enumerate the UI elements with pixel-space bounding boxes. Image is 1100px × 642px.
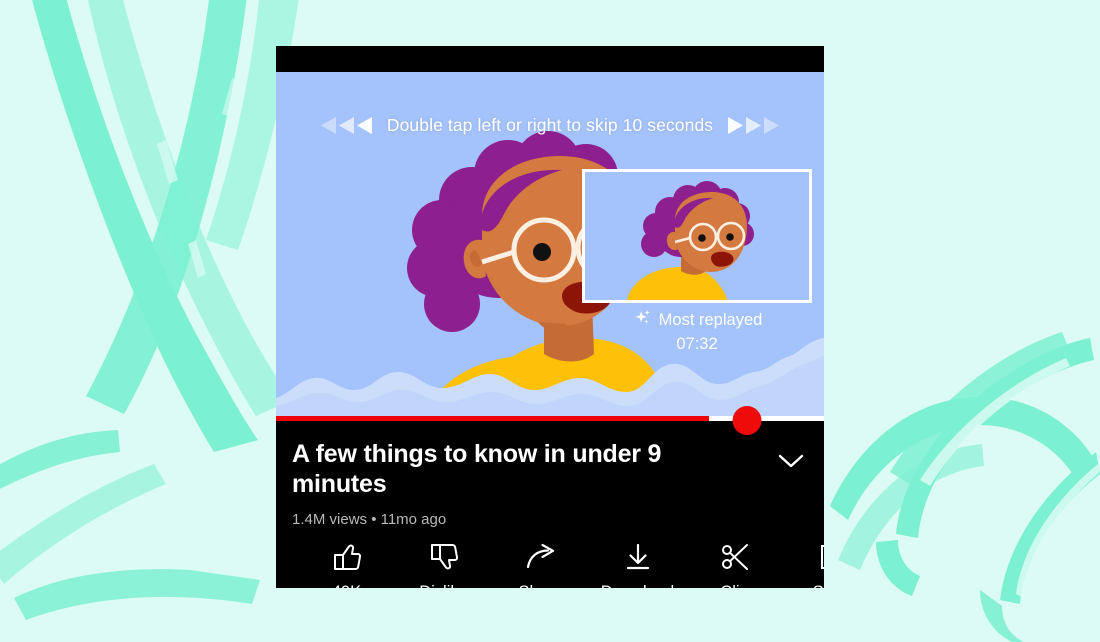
dislike-label: Dislike	[419, 583, 468, 588]
save-label: Save	[813, 583, 824, 588]
scissors-icon	[720, 542, 750, 572]
progress-track-played	[276, 416, 709, 421]
download-icon	[623, 542, 653, 572]
screenshot-root: Double tap left or right to skip 10 seco…	[0, 0, 1100, 642]
video-details: A few things to know in under 9 minutes …	[276, 424, 824, 528]
clip-button[interactable]: Clip	[686, 532, 783, 588]
thumbs-up-icon	[332, 542, 362, 572]
save-button[interactable]: Save	[783, 532, 824, 588]
video-stats: 1.4M views • 11mo ago	[292, 511, 447, 528]
video-action-bar: 49K Dislike Share	[276, 532, 824, 588]
clip-label: Clip	[720, 583, 748, 588]
like-count: 49K	[332, 583, 361, 588]
thumbs-down-icon	[429, 542, 459, 572]
chevron-down-icon[interactable]	[774, 444, 808, 478]
video-title: A few things to know in under 9 minutes	[292, 440, 662, 498]
share-button[interactable]: Share	[492, 532, 589, 588]
download-label: Download	[601, 583, 674, 588]
download-button[interactable]: Download	[589, 532, 686, 588]
share-label: Share	[518, 583, 562, 588]
video-player[interactable]: Double tap left or right to skip 10 seco…	[276, 46, 824, 588]
like-button[interactable]: 49K	[298, 532, 395, 588]
share-icon	[526, 542, 556, 572]
progress-scrubber-handle[interactable]	[732, 406, 762, 435]
video-surface[interactable]: Double tap left or right to skip 10 seco…	[276, 72, 824, 418]
most-replayed-preview-thumbnail[interactable]	[582, 169, 812, 303]
dislike-button[interactable]: Dislike	[395, 532, 492, 588]
letterbox-top	[276, 46, 824, 72]
video-progress-bar[interactable]	[276, 406, 824, 435]
save-icon	[817, 542, 824, 572]
